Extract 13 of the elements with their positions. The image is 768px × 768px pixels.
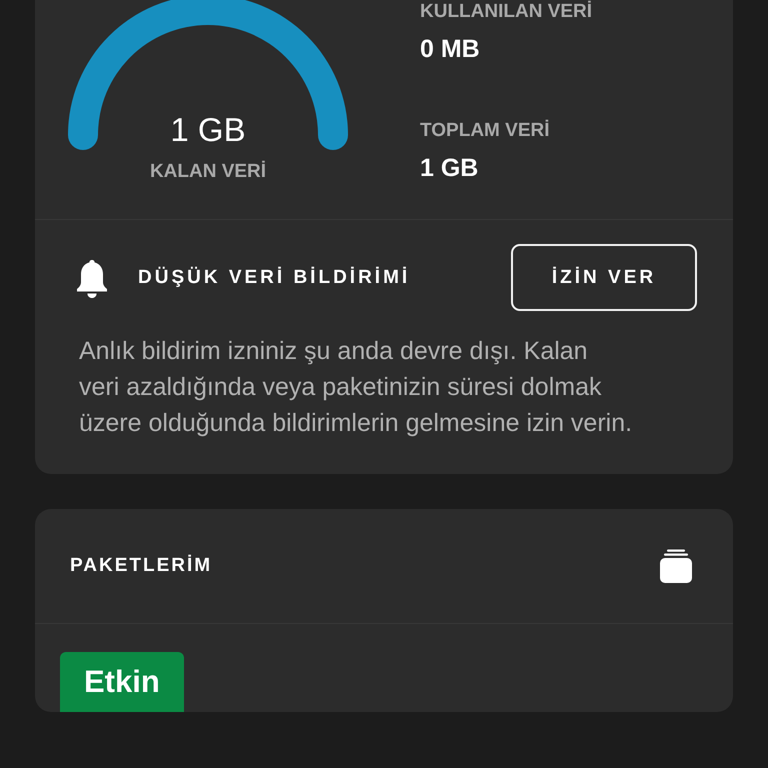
remaining-data-label: KALAN VERİ xyxy=(150,161,266,183)
stat-value: 0 MB xyxy=(420,35,480,63)
stat-label: KULLANILAN VERİ xyxy=(420,1,592,23)
stat-value: 1 GB xyxy=(420,154,478,182)
notification-title: DÜŞÜK VERİ BİLDİRİMİ xyxy=(138,266,410,288)
stat-label: TOPLAM VERİ xyxy=(420,120,550,142)
bell-icon xyxy=(75,258,109,298)
status-badge: Etkin xyxy=(60,652,184,712)
remaining-data-value: 1 GB xyxy=(170,112,246,148)
allow-button[interactable]: İZİN VER xyxy=(511,244,697,311)
packages-title: PAKETLERİM xyxy=(70,555,212,577)
notification-description: Anlık bildirim izniniz şu anda devre dışı. Kalan veri azaldığında veya paketinizin süresi dolmak üzere olduğunda bildirimlerin gelmesine izin verin. xyxy=(79,336,634,439)
stacked-cards-icon[interactable] xyxy=(660,549,692,583)
